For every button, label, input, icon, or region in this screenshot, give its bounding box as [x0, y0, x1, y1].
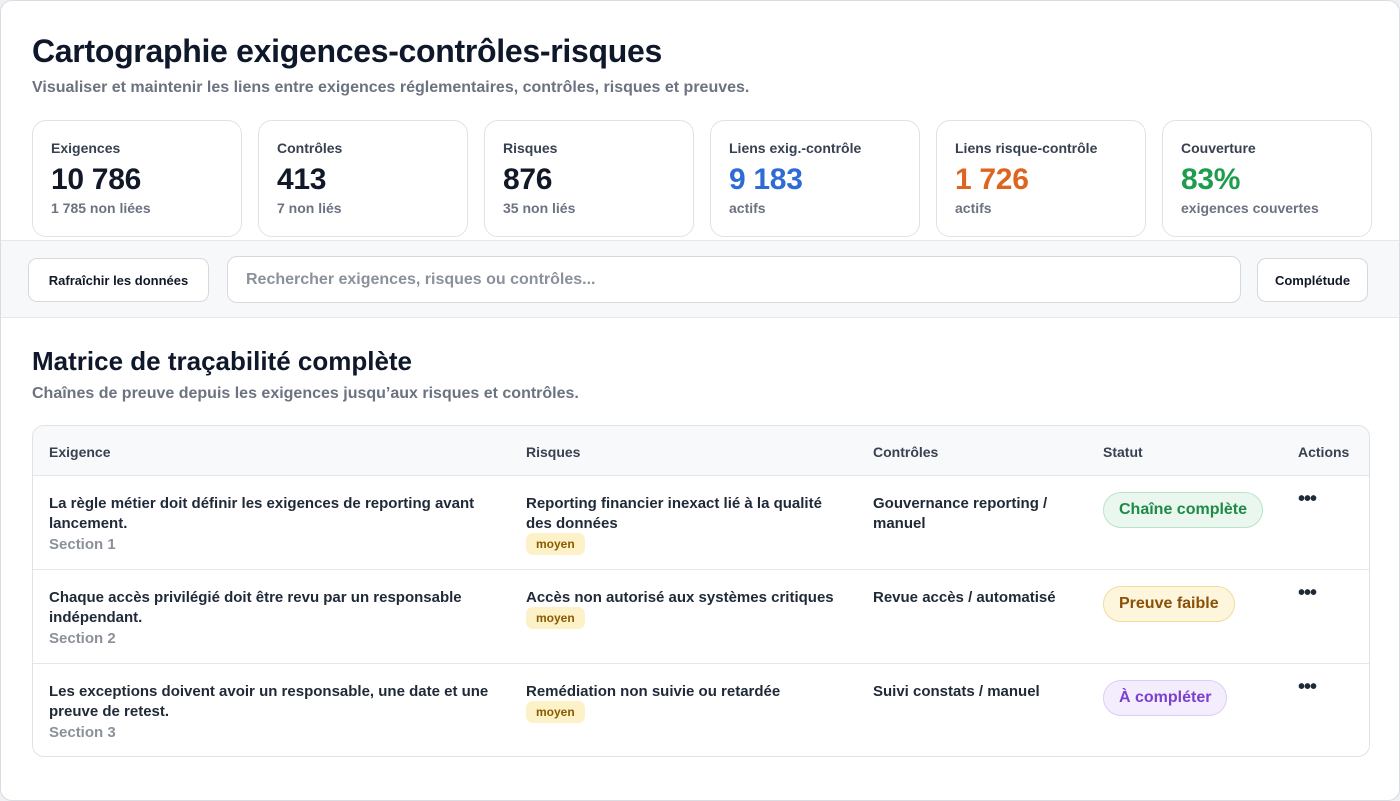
risk-cell: Remédiation non suivie ou retardée moyen [526, 682, 846, 723]
table-row[interactable]: La règle métier doit définir les exigenc… [33, 476, 1369, 570]
stat-label: Couverture [1181, 140, 1256, 156]
severity-badge: moyen [526, 607, 585, 629]
column-header-risques[interactable]: Risques [526, 444, 580, 460]
stat-value: 1 726 [955, 163, 1029, 196]
matrix-section-header: Matrice de traçabilité complète Chaînes … [32, 345, 1368, 404]
completude-button[interactable]: Complétude [1257, 258, 1368, 302]
control-cell: Suivi constats / manuel [873, 683, 1040, 700]
control-cell: Gouvernance reporting / manuel [873, 495, 1048, 532]
more-horizontal-icon[interactable]: ••• [1298, 677, 1320, 700]
more-horizontal-icon[interactable]: ••• [1298, 489, 1320, 512]
page-title: Cartographie exigences-contrôles-risques [32, 33, 662, 69]
risk-cell: Reporting financier inexact lié à la qua… [526, 494, 846, 555]
status-badge: Chaîne complète [1103, 492, 1264, 528]
requirement-text: Les exceptions doivent avoir un responsa… [49, 683, 489, 720]
stat-card-liens-risque-controle: Liens risque-contrôle 1 726 actifs [936, 120, 1146, 237]
risk-text: Remédiation non suivie ou retardée [526, 683, 781, 700]
risk-cell: Accès non autorisé aux systèmes critique… [526, 588, 846, 629]
stat-card-couverture: Couverture 83% exigences couvertes [1162, 120, 1372, 237]
app-window: Cartographie exigences-contrôles-risques… [0, 0, 1400, 801]
stat-sub: 1 785 non liées [51, 200, 151, 216]
requirement-section: Section 1 [49, 536, 116, 553]
stat-sub: 7 non liés [277, 200, 342, 216]
stat-card-controles: Contrôles 413 7 non liés [258, 120, 468, 237]
column-header-exigence[interactable]: Exigence [49, 444, 110, 460]
severity-badge: moyen [526, 533, 585, 555]
requirement-cell: Les exceptions doivent avoir un responsa… [49, 682, 509, 743]
refresh-button[interactable]: Rafraîchir les données [28, 258, 209, 302]
stat-sub: actifs [729, 200, 766, 216]
column-header-actions: Actions [1298, 444, 1350, 460]
stat-label: Risques [503, 140, 558, 156]
stat-value: 876 [503, 163, 553, 196]
stat-label: Contrôles [277, 140, 343, 156]
table-row[interactable]: Les exceptions doivent avoir un responsa… [33, 664, 1369, 756]
stat-card-exigences: Exigences 10 786 1 785 non liées [32, 120, 242, 237]
control-cell: Revue accès / automatisé [873, 589, 1056, 606]
stat-value: 413 [277, 163, 327, 196]
stat-label: Liens risque-contrôle [955, 140, 1098, 156]
status-badge: Preuve faible [1103, 586, 1235, 622]
stat-card-risques: Risques 876 35 non liés [484, 120, 694, 237]
requirement-cell: Chaque accès privilégié doit être revu p… [49, 588, 509, 649]
stat-value: 10 786 [51, 163, 141, 196]
column-header-controles[interactable]: Contrôles [873, 444, 938, 460]
stat-card-liens-exigence-controle: Liens exig.-contrôle 9 183 actifs [710, 120, 920, 237]
requirement-section: Section 2 [49, 630, 116, 647]
stats-row: Exigences 10 786 1 785 non liées Contrôl… [32, 120, 1372, 237]
stat-sub: actifs [955, 200, 992, 216]
risk-text: Reporting financier inexact lié à la qua… [526, 495, 822, 532]
table-row[interactable]: Chaque accès privilégié doit être revu p… [33, 570, 1369, 664]
table-header: Exigence Risques Contrôles Statut Action… [33, 426, 1369, 476]
risk-text: Accès non autorisé aux systèmes critique… [526, 589, 834, 606]
stat-value: 83% [1181, 163, 1241, 196]
toolbar: Rafraîchir les données Complétude [1, 240, 1399, 318]
section-title: Matrice de traçabilité complète [32, 346, 413, 376]
severity-badge: moyen [526, 701, 585, 723]
requirement-cell: La règle métier doit définir les exigenc… [49, 494, 509, 555]
requirement-text: La règle métier doit définir les exigenc… [49, 495, 475, 532]
stat-label: Liens exig.-contrôle [729, 140, 862, 156]
page-subtitle: Visualiser et maintenir les liens entre … [32, 79, 750, 96]
page-header: Cartographie exigences-contrôles-risques… [32, 31, 1368, 98]
status-badge: À compléter [1103, 680, 1228, 716]
traceability-table: Exigence Risques Contrôles Statut Action… [32, 425, 1370, 757]
section-subtitle: Chaînes de preuve depuis les exigences j… [32, 385, 579, 402]
requirement-text: Chaque accès privilégié doit être revu p… [49, 589, 462, 626]
stat-value: 9 183 [729, 163, 803, 196]
stat-sub: 35 non liés [503, 200, 576, 216]
requirement-section: Section 3 [49, 724, 116, 741]
stat-label: Exigences [51, 140, 121, 156]
stat-sub: exigences couvertes [1181, 200, 1319, 216]
more-horizontal-icon[interactable]: ••• [1298, 583, 1320, 606]
column-header-statut[interactable]: Statut [1103, 444, 1143, 460]
search-input[interactable] [227, 256, 1241, 303]
